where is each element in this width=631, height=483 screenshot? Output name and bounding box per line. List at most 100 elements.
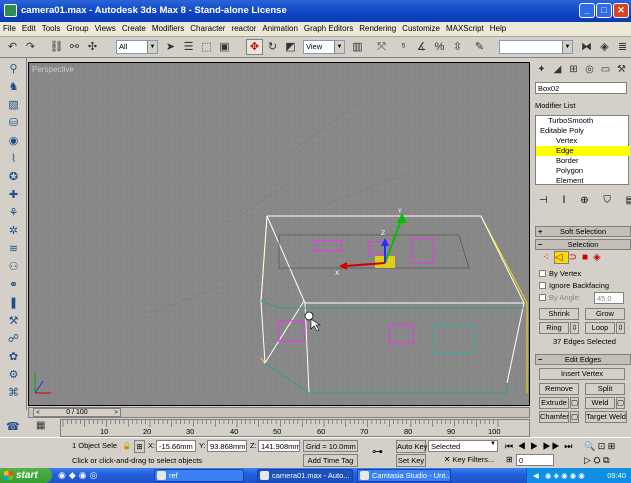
tray-icons[interactable]: ◀ ◉◈◉◉◉ <box>533 471 587 480</box>
quick-launch-icons[interactable]: ◉◆◉◎ <box>58 470 100 481</box>
snap-toggle-icon[interactable]: ⁵ <box>395 39 412 55</box>
named-selection-dropdown[interactable]: ▼ <box>499 40 573 54</box>
display-tab-icon[interactable]: ▭ <box>598 62 613 77</box>
bind-spacewarp-icon[interactable]: ✣ <box>84 39 101 55</box>
task-3dsmax[interactable]: camera01.max - Auto... <box>257 469 353 482</box>
stack-item-editable-poly[interactable]: Editable Poly <box>536 126 630 136</box>
time-slider[interactable]: < 0 / 100 > <box>28 407 530 418</box>
window-crossing-icon[interactable]: ▣ <box>216 39 233 55</box>
maxscript-listener-icon[interactable]: ☎ ▦ <box>2 418 45 437</box>
utilities-tab-icon[interactable]: ⚒ <box>614 62 629 77</box>
undo-icon[interactable]: ↶ <box>4 39 21 55</box>
reference-coordinate-dropdown[interactable]: View ▼ <box>303 40 345 54</box>
weld-button[interactable]: Weld <box>585 397 615 409</box>
camera-icon[interactable]: ⌘ <box>5 385 22 402</box>
split-button[interactable]: Split <box>585 383 625 395</box>
menu-group[interactable]: Group <box>63 22 91 35</box>
loop-button[interactable]: Loop <box>585 322 615 334</box>
hierarchy-icon[interactable]: ⚇ <box>5 259 22 276</box>
selection-rollout[interactable]: − Selection <box>535 239 631 250</box>
modify-tab-icon[interactable]: ◢ <box>550 62 565 77</box>
time-slider-thumb[interactable]: < 0 / 100 > <box>33 408 121 417</box>
track-bar[interactable]: 10 20 30 40 50 60 70 80 90 100 <box>60 419 530 437</box>
edit-named-selection-icon[interactable]: ✎ <box>471 39 488 55</box>
y-coord-input[interactable]: 93.868mm <box>207 440 247 452</box>
menu-graph-editors[interactable]: Graph Editors <box>301 22 356 35</box>
select-object-icon[interactable]: ➤ <box>162 39 179 55</box>
edit-edges-rollout[interactable]: − Edit Edges <box>535 354 631 365</box>
object-name-field[interactable]: Box02 <box>535 82 627 94</box>
display-icon[interactable]: ❚ <box>5 295 22 312</box>
viewport-nav-controls-2[interactable]: ▷ ⛭ ⧉ <box>584 455 610 466</box>
move-icon[interactable]: ✥ <box>246 39 263 55</box>
maximize-button[interactable]: □ <box>596 3 612 18</box>
pivot-center-icon[interactable]: ▥ <box>349 39 366 55</box>
spacewarp-icon[interactable]: ⚘ <box>5 205 22 222</box>
playback-controls[interactable]: ⏮ ◀ ▶ ▶▶ ⏭ <box>505 441 573 452</box>
target-weld-button[interactable]: Target Weld <box>585 411 627 423</box>
perspective-viewport[interactable]: Y X Z Perspective <box>28 62 530 406</box>
by-angle-input[interactable]: 45.0 <box>594 292 624 304</box>
particles-icon[interactable]: ✲ <box>5 223 22 240</box>
angle-snap-icon[interactable]: ∡ <box>413 39 430 55</box>
menu-rendering[interactable]: Rendering <box>356 22 399 35</box>
prev-frame-icon[interactable]: < <box>34 409 42 418</box>
ring-spinner[interactable]: ⇳ <box>570 322 579 334</box>
viewport-label[interactable]: Perspective <box>32 65 74 74</box>
redo-icon[interactable]: ↷ <box>22 39 39 55</box>
link-icon[interactable]: ⚲ <box>5 61 22 78</box>
create-tab-icon[interactable]: ✦ <box>534 62 549 77</box>
menu-animation[interactable]: Animation <box>259 22 301 35</box>
edge-mode-icon[interactable]: ◁ <box>553 251 569 264</box>
scale-icon[interactable]: ◩ <box>282 39 299 55</box>
key-filters-button[interactable]: ✕ Key Filters... <box>440 454 498 467</box>
stack-item-polygon[interactable]: Polygon <box>536 166 630 176</box>
layer-manager-icon[interactable]: ≣ <box>614 39 631 55</box>
select-manipulate-icon[interactable]: ⤧ <box>373 39 390 55</box>
chamfer-button[interactable]: Chamfer <box>539 411 569 423</box>
box-icon[interactable]: ▧ <box>5 97 22 114</box>
task-camtasia[interactable]: Camtasia Studio - Unt... <box>357 469 451 482</box>
auto-key-button[interactable]: Auto Key <box>396 440 427 453</box>
motion-tab-icon[interactable]: ◎ <box>582 62 597 77</box>
menu-reactor[interactable]: reactor <box>228 22 259 35</box>
x-coord-input[interactable]: -15.66mm <box>156 440 196 452</box>
absolute-mode-icon[interactable]: ⊞ <box>134 440 145 453</box>
menu-modifiers[interactable]: Modifiers <box>149 22 187 35</box>
remove-button[interactable]: Remove <box>539 383 579 395</box>
menu-maxscript[interactable]: MAXScript <box>443 22 487 35</box>
unlink-icon[interactable]: ⚯ <box>66 39 83 55</box>
stack-item-vertex[interactable]: Vertex <box>536 136 630 146</box>
rectangular-selection-icon[interactable]: ⬚ <box>198 39 215 55</box>
cylinder-icon[interactable]: ⛁ <box>5 115 22 132</box>
shape-icon[interactable]: ⌇ <box>5 151 22 168</box>
menu-tools[interactable]: Tools <box>39 22 64 35</box>
select-by-name-icon[interactable]: ☰ <box>180 39 197 55</box>
viewport-nav-controls[interactable]: 🔍 ⊡ ⊞ <box>584 441 615 452</box>
utilities-icon[interactable]: ⚒ <box>5 313 22 330</box>
menu-views[interactable]: Views <box>92 22 119 35</box>
app-icon[interactable] <box>4 4 17 17</box>
sphere-icon[interactable]: ◉ <box>5 133 22 150</box>
render-icon[interactable]: ⚙ <box>5 367 22 384</box>
modifier-list-dropdown[interactable]: Modifier List <box>535 101 575 110</box>
insert-vertex-button[interactable]: Insert Vertex <box>539 368 625 380</box>
border-mode-icon[interactable]: ⊃ <box>569 252 582 263</box>
polygon-mode-icon[interactable]: ■ <box>582 252 593 263</box>
current-frame-input[interactable]: 0 <box>516 454 554 466</box>
select-link-icon[interactable]: ⛓ <box>48 39 65 55</box>
ring-button[interactable]: Ring <box>539 322 569 334</box>
loop-spinner[interactable]: ⇳ <box>616 322 625 334</box>
subobject-level-buttons[interactable]: ⁖◁⊃■◈ <box>543 251 606 264</box>
ignore-backfacing-checkbox[interactable]: Ignore Backfacing <box>539 281 609 290</box>
stack-item-turbosmooth[interactable]: TurboSmooth <box>536 116 630 126</box>
by-vertex-checkbox[interactable]: By Vertex <box>539 269 581 278</box>
stack-item-element[interactable]: Element <box>536 176 630 186</box>
menu-customize[interactable]: Customize <box>399 22 443 35</box>
z-coord-input[interactable]: 141.908mm <box>258 440 300 452</box>
extrude-settings-icon[interactable]: ▢ <box>570 397 579 409</box>
stack-item-border[interactable]: Border <box>536 156 630 166</box>
shrink-button[interactable]: Shrink <box>539 308 579 320</box>
material-icon[interactable]: ✿ <box>5 349 22 366</box>
vertex-mode-icon[interactable]: ⁖ <box>543 252 554 263</box>
